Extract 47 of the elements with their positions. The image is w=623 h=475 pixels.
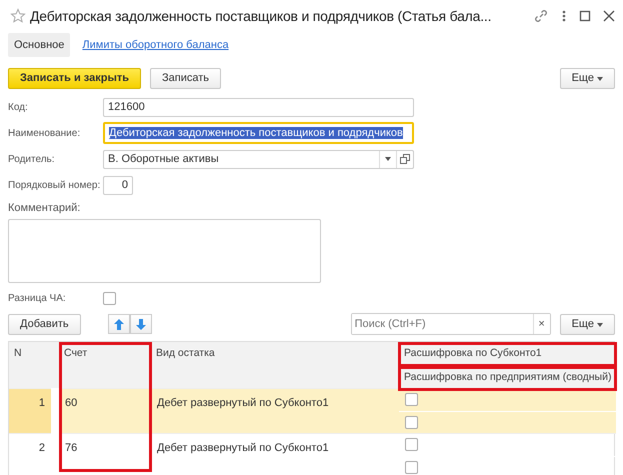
caret-icon <box>597 77 603 81</box>
checkbox[interactable] <box>405 416 418 429</box>
tab[interactable]: Лимиты оборотного баланса <box>76 33 235 57</box>
checkbox[interactable] <box>405 460 418 474</box>
tab[interactable]: Основное <box>8 33 70 57</box>
arrow-down-icon <box>136 318 146 330</box>
table-cell: Дебет развернутый по Субконто1 <box>151 433 399 475</box>
more-button[interactable]: Еще <box>560 68 615 88</box>
field-label: Родитель: <box>8 154 56 164</box>
parent-field[interactable]: В. Оборотные активы <box>103 150 414 168</box>
more-button[interactable]: Еще <box>560 314 615 334</box>
table-cell: 1 <box>9 388 51 433</box>
move-up-button[interactable] <box>108 314 130 334</box>
checkbox[interactable] <box>405 438 418 452</box>
table-cell: 60 <box>59 388 151 433</box>
dropdown-icon[interactable] <box>385 157 391 161</box>
field-label: Порядковый номер: <box>8 180 102 190</box>
table-cell: 76 <box>59 433 151 475</box>
table-cell: 2 <box>9 433 51 475</box>
window-title: Дебиторская задолженность поставщиков и подрядчиков (Статья бала... <box>30 8 492 24</box>
field-label: Разница ЧА: <box>8 292 67 304</box>
checkbox[interactable] <box>405 393 418 406</box>
more-icon[interactable] <box>561 9 567 23</box>
field-label: Код: <box>8 102 29 112</box>
column-header: Вид остатка <box>151 342 399 388</box>
arrow-up-icon <box>114 318 124 330</box>
clear-button[interactable]: × <box>532 314 550 334</box>
save-and-close-button[interactable]: Записать и закрыть <box>8 68 142 88</box>
column-header: N <box>9 342 59 388</box>
name-field[interactable]: Дебиторская задолженность поставщиков и подрядчиков <box>103 122 414 144</box>
caret-icon <box>597 323 603 327</box>
add-button[interactable]: Добавить <box>8 314 81 334</box>
search-field[interactable]: Поиск (Ctrl+F) × <box>350 313 551 335</box>
order-number-field[interactable]: 0 <box>103 176 133 194</box>
link-icon[interactable] <box>533 8 549 24</box>
code-field[interactable]: 121600 <box>103 98 414 116</box>
maximize-icon[interactable] <box>579 10 591 22</box>
comment-field[interactable] <box>8 219 321 283</box>
save-button[interactable]: Записать <box>150 68 222 88</box>
field-label: Комментарий: <box>8 202 82 214</box>
checkbox[interactable] <box>103 292 116 304</box>
close-icon[interactable] <box>603 10 615 22</box>
field-label: Наименование: <box>8 128 82 138</box>
move-down-button[interactable] <box>130 314 152 334</box>
star-icon[interactable] <box>10 8 26 24</box>
table-cell: Дебет развернутый по Субконто1 <box>151 388 399 433</box>
open-icon[interactable] <box>400 154 410 164</box>
